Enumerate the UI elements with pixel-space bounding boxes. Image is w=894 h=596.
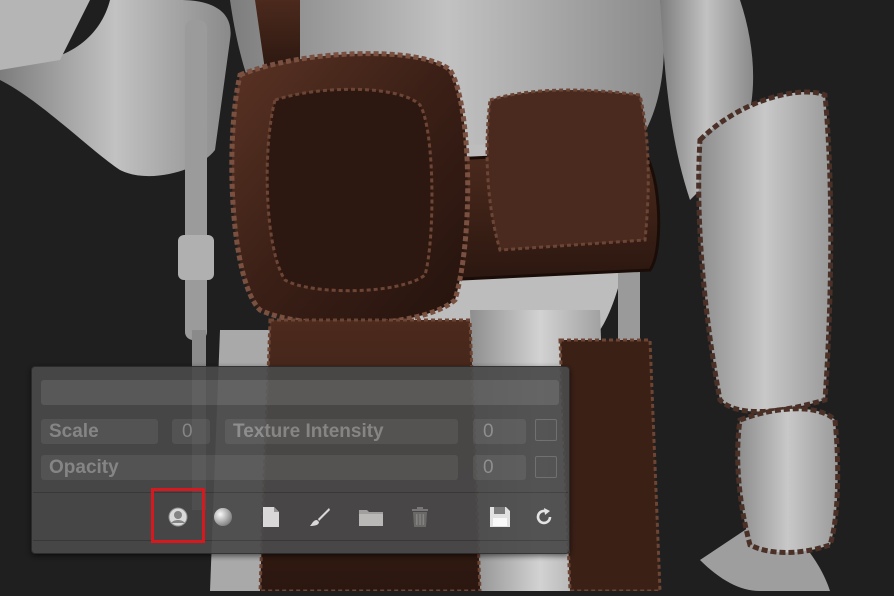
texture-intensity-checkbox[interactable] (535, 419, 557, 441)
texture-intensity-label: Texture Intensity (225, 419, 458, 444)
panel-title-bar[interactable] (41, 380, 559, 405)
brush-icon (310, 508, 330, 526)
save-icon (490, 507, 510, 527)
refresh-button[interactable] (528, 501, 560, 533)
highlight-box (151, 488, 205, 543)
folder-icon (359, 510, 383, 526)
panel-toolbar (33, 497, 568, 539)
trash-icon (412, 507, 428, 527)
scale-value-input[interactable]: 0 (172, 419, 210, 444)
sphere-icon (214, 508, 232, 526)
new-document-icon (263, 507, 279, 527)
sphere-button[interactable] (207, 501, 239, 533)
panel-bottom-divider (33, 540, 568, 541)
opacity-value-input[interactable]: 0 (473, 455, 526, 480)
texture-settings-panel: Scale 0 Texture Intensity 0 Opacity 0 (31, 366, 570, 554)
brush-button[interactable] (304, 501, 336, 533)
opacity-label: Opacity (41, 455, 458, 480)
new-document-button[interactable] (255, 501, 287, 533)
panel-divider (33, 492, 568, 493)
open-folder-button[interactable] (355, 501, 387, 533)
save-button[interactable] (484, 501, 516, 533)
refresh-icon (536, 508, 552, 525)
scale-label: Scale (41, 419, 158, 444)
opacity-checkbox[interactable] (535, 456, 557, 478)
delete-button[interactable] (404, 501, 436, 533)
texture-intensity-value-input[interactable]: 0 (473, 419, 526, 444)
